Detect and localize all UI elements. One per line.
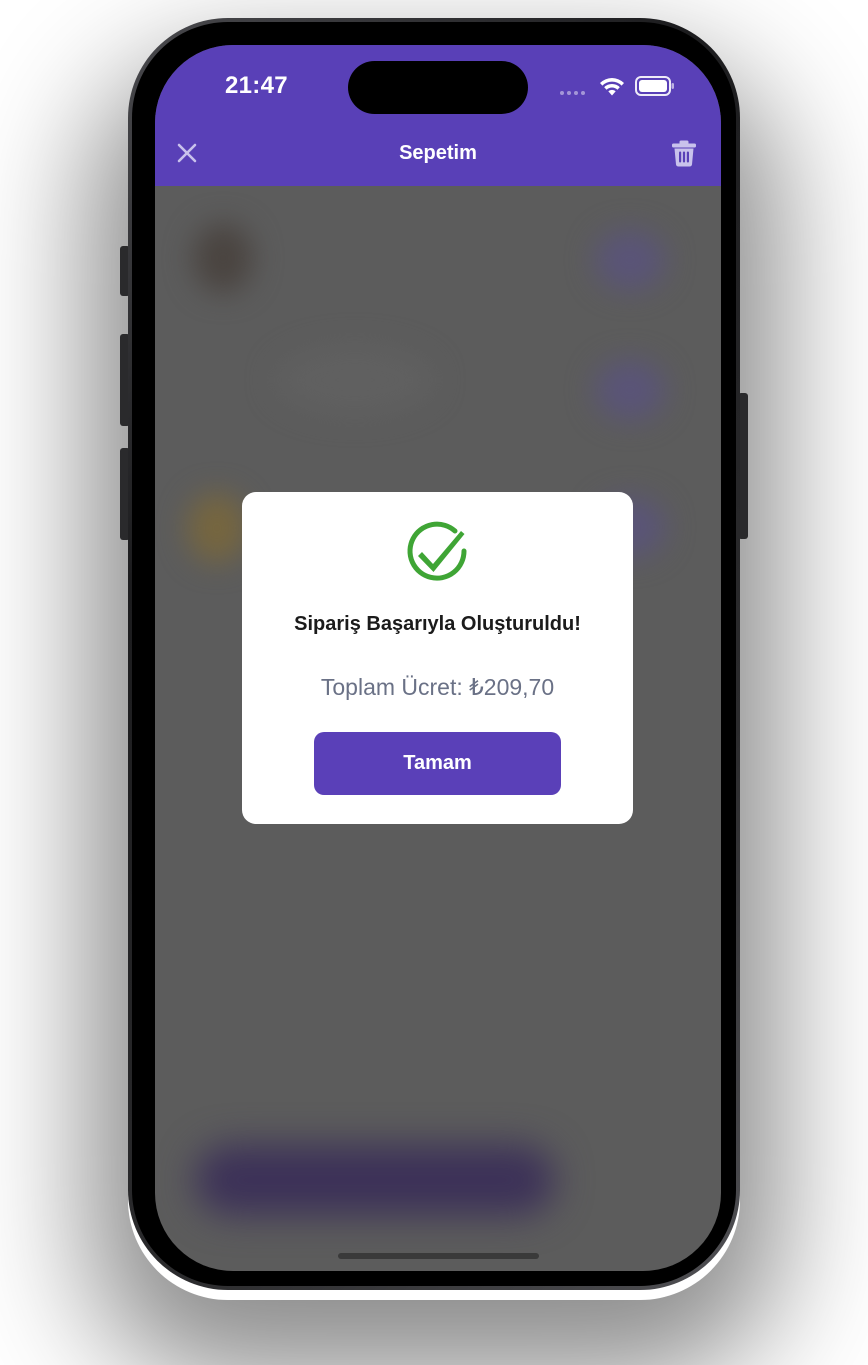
blurred-product-image <box>193 223 253 293</box>
dialog-title: Sipariş Başarıyla Oluşturuldu! <box>294 613 581 635</box>
signal-dots-icon <box>560 91 585 95</box>
dynamic-island <box>348 61 528 114</box>
check-circle-icon <box>407 521 467 581</box>
phone-frame: 21:47 Sepetim Sipariş Başarıyla Oluşturu… <box>128 18 740 1290</box>
navigation-header: 21:47 Sepetim <box>155 45 721 186</box>
phone-screen: 21:47 Sepetim Sipariş Başarıyla Oluşturu… <box>155 45 721 1271</box>
battery-icon <box>635 76 674 96</box>
blurred-product-text <box>275 345 435 415</box>
page-title: Sepetim <box>399 142 477 164</box>
blurred-quantity-control <box>595 360 665 420</box>
order-success-dialog: Sipariş Başarıyla Oluşturuldu! Toplam Üc… <box>242 492 633 824</box>
blurred-checkout-button <box>195 1145 555 1215</box>
status-time: 21:47 <box>225 72 288 99</box>
blurred-product-image <box>187 493 247 563</box>
home-indicator <box>338 1253 539 1259</box>
total-price-text: Toplam Ücret: ₺209,70 <box>320 674 555 700</box>
wifi-icon <box>600 78 624 96</box>
trash-icon[interactable] <box>669 138 699 168</box>
blurred-quantity-control <box>595 230 665 290</box>
phone-bezel: 21:47 Sepetim Sipariş Başarıyla Oluşturu… <box>132 22 736 1286</box>
ok-button[interactable]: Tamam <box>314 732 561 795</box>
close-icon[interactable] <box>173 139 201 167</box>
